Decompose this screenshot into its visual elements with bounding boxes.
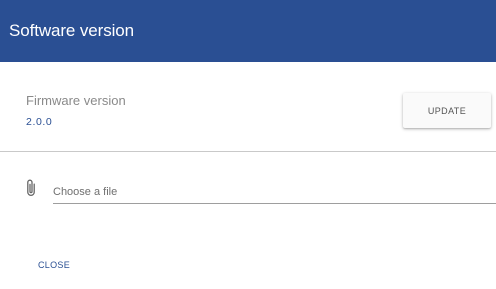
- file-chooser-row: [0, 152, 496, 212]
- paperclip-icon[interactable]: [25, 178, 37, 198]
- software-version-dialog: Software version Firmware version 2.0.0 …: [0, 0, 496, 289]
- dialog-title: Software version: [9, 21, 135, 40]
- choose-file-input[interactable]: [53, 176, 496, 204]
- firmware-version-label: Firmware version: [26, 93, 126, 108]
- firmware-version-value: 2.0.0: [26, 116, 53, 128]
- firmware-section: Firmware version 2.0.0 UPDATE: [0, 62, 496, 151]
- close-button[interactable]: CLOSE: [34, 258, 74, 272]
- update-button[interactable]: UPDATE: [403, 93, 491, 128]
- dialog-header: Software version: [0, 0, 496, 62]
